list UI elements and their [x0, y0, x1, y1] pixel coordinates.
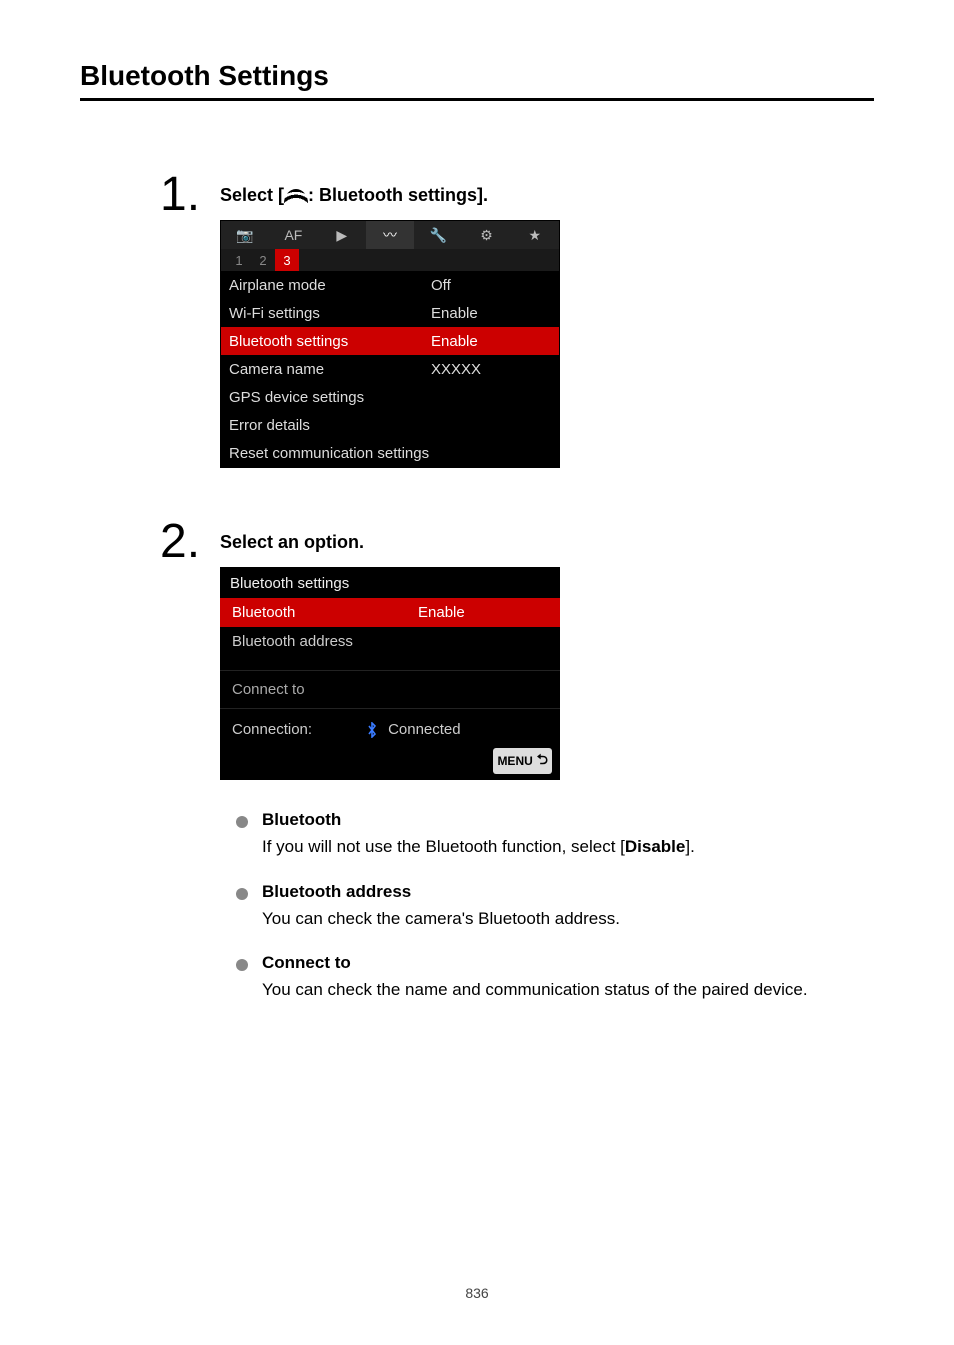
settings-row: Bluetooth address — [220, 627, 560, 656]
menu-row-label: Error details — [229, 417, 431, 434]
top-tab: ⚙ — [462, 221, 510, 249]
step-2-title: Select an option. — [220, 532, 874, 553]
bullet-title: Bluetooth address — [262, 882, 874, 902]
top-tab: 📷 — [221, 221, 269, 249]
bullet-item: Connect to You can check the name and com… — [236, 953, 874, 1003]
settings-row-label: Bluetooth address — [232, 633, 418, 650]
bullet-title: Bluetooth — [262, 810, 874, 830]
sub-tab: 2 — [251, 249, 275, 271]
menu-row-label: Bluetooth settings — [229, 333, 431, 350]
sub-tab: 3 — [275, 249, 299, 271]
page-title: Bluetooth Settings — [80, 60, 874, 101]
top-tab: ★ — [511, 221, 559, 249]
menu-row-label: Reset communication settings — [229, 445, 431, 462]
bullet-text: You can check the camera's Bluetooth add… — [262, 906, 874, 932]
top-tab: ▶ — [318, 221, 366, 249]
menu-row-label: GPS device settings — [229, 389, 431, 406]
menu-row-value: Enable — [431, 333, 551, 350]
menu-row: Airplane modeOff — [221, 271, 559, 299]
menu-row-label: Airplane mode — [229, 277, 431, 294]
menu-row-value: Enable — [431, 305, 551, 322]
step-1-title: Select [ : Bluetooth settings]. — [220, 185, 874, 206]
ui2-header: Bluetooth settings — [220, 567, 560, 598]
step-1-title-pre: Select [ — [220, 185, 284, 205]
top-tab: 〰 — [366, 221, 414, 249]
camera-menu-screenshot-2: Bluetooth settings BluetoothEnableBlueto… — [220, 567, 560, 780]
settings-row: BluetoothEnable — [220, 598, 560, 627]
menu-row: Error details — [221, 411, 559, 439]
option-explanations: Bluetooth If you will not use the Bluetoo… — [220, 810, 874, 1003]
top-tab: AF — [269, 221, 317, 249]
menu-row: GPS device settings — [221, 383, 559, 411]
menu-row: Reset communication settings — [221, 439, 559, 467]
step-2: 2. Select an option. Bluetooth settings … — [80, 518, 874, 1025]
wireless-icon — [284, 189, 308, 203]
menu-row-label: Camera name — [229, 361, 431, 378]
sub-tab: 1 — [227, 249, 251, 271]
settings-row-value: Enable — [418, 604, 548, 621]
menu-row: Camera nameXXXXX — [221, 355, 559, 383]
bluetooth-icon — [364, 722, 380, 738]
tab-bar: 📷AF▶〰🔧⚙★ — [221, 221, 559, 249]
menu-back-badge: MENU ⮌ — [493, 748, 552, 774]
step-1-number: 1. — [80, 171, 220, 219]
step-1: 1. Select [ : Bluetooth settings]. 📷AF▶〰🔧… — [80, 171, 874, 468]
menu-back-label: MENU — [497, 754, 532, 768]
menu-row: Bluetooth settingsEnable — [221, 327, 559, 355]
connection-status-value: Connected — [388, 721, 461, 738]
menu-row-value: XXXXX — [431, 361, 551, 378]
connect-to-row: Connect to — [220, 670, 560, 709]
bullet-item: Bluetooth address You can check the camer… — [236, 882, 874, 932]
step-1-title-post: : Bluetooth settings]. — [308, 185, 488, 205]
bullet-item: Bluetooth If you will not use the Bluetoo… — [236, 810, 874, 860]
menu-row-label: Wi-Fi settings — [229, 305, 431, 322]
sub-tab-bar: 123 — [221, 249, 559, 271]
step-2-number: 2. — [80, 518, 220, 566]
camera-menu-screenshot-1: 📷AF▶〰🔧⚙★ 123 Airplane modeOffWi-Fi setti… — [220, 220, 560, 468]
connection-status-label: Connection: — [232, 721, 312, 738]
bullet-text: You can check the name and communication… — [262, 977, 874, 1003]
page-number: 836 — [80, 1285, 874, 1301]
top-tab: 🔧 — [414, 221, 462, 249]
menu-row-value: Off — [431, 277, 551, 294]
connection-status-row: Connection: Connected — [220, 709, 560, 744]
bullet-title: Connect to — [262, 953, 874, 973]
bullet-text: If you will not use the Bluetooth functi… — [262, 834, 874, 860]
menu-row: Wi-Fi settingsEnable — [221, 299, 559, 327]
settings-row-label: Bluetooth — [232, 604, 418, 621]
return-icon: ⮌ — [537, 749, 548, 773]
